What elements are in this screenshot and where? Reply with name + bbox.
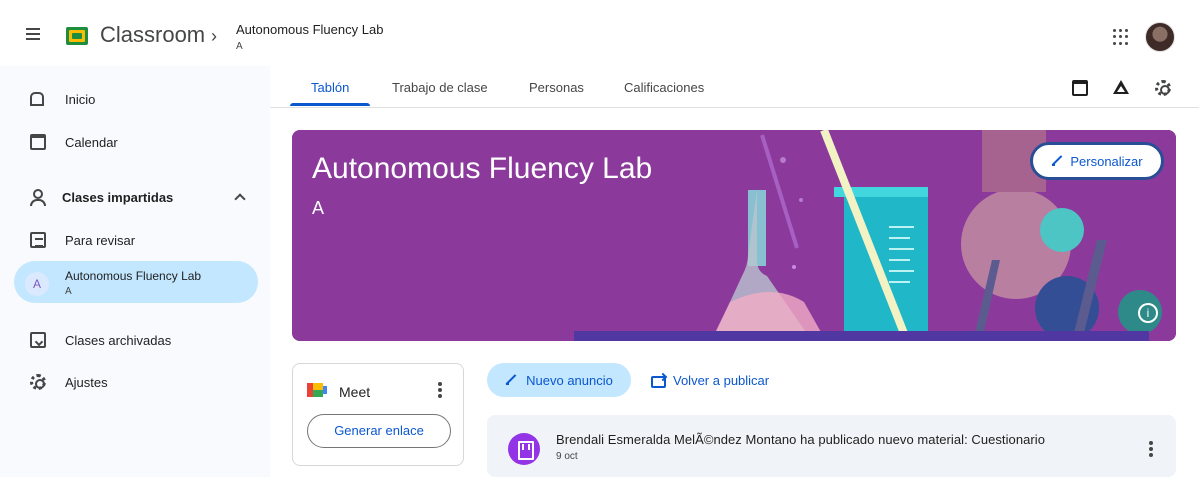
sidebar-section-label: Clases impartidas <box>62 189 174 205</box>
activity-date: 9 oct <box>556 451 578 462</box>
sidebar-item-autonomous-fluency-lab[interactable]: A Autonomous Fluency Lab A <box>14 261 258 303</box>
user-avatar[interactable] <box>1145 22 1175 52</box>
settings-button[interactable] <box>1155 80 1173 98</box>
people-icon <box>30 189 46 206</box>
more-vert-icon[interactable] <box>438 382 442 398</box>
drive-icon[interactable] <box>1112 80 1130 96</box>
top-app-bar: Classroom › Autonomous Fluency Lab A <box>0 0 1199 66</box>
stream-activity-card[interactable]: Brendali Esmeralda MelÃ©ndez Montano ha … <box>487 415 1176 477</box>
sidebar-item-label: Inicio <box>65 91 96 107</box>
apps-grid-icon[interactable] <box>1113 29 1129 45</box>
calendar-icon[interactable] <box>1072 80 1088 96</box>
gear-icon <box>30 374 46 390</box>
review-icon <box>30 232 46 248</box>
customize-label: Personalizar <box>1070 153 1143 169</box>
generate-link-button[interactable]: Generar enlace <box>307 414 451 448</box>
sidebar-item-calendar[interactable]: Calendar <box>0 121 260 163</box>
more-vert-icon[interactable] <box>1149 441 1153 457</box>
tab-tablon[interactable]: Tablón <box>311 80 349 95</box>
sidebar-item-label: Ajustes <box>65 374 108 390</box>
banner-section: A <box>312 198 325 218</box>
repost-label: Volver a publicar <box>673 372 770 388</box>
breadcrumb-class-section: A <box>236 41 243 52</box>
pencil-icon <box>1051 155 1063 167</box>
breadcrumb-class-title[interactable]: Autonomous Fluency Lab <box>236 22 383 37</box>
tab-trabajo-de-clase[interactable]: Trabajo de clase <box>392 80 488 95</box>
home-icon <box>30 92 44 106</box>
sidebar-item-label: Autonomous Fluency Lab <box>65 269 202 283</box>
new-announcement-label: Nuevo anuncio <box>526 372 613 388</box>
class-avatar: A <box>25 272 49 296</box>
tab-personas[interactable]: Personas <box>529 80 584 95</box>
meet-logo <box>307 383 327 397</box>
sidebar-item-sublabel: A <box>65 286 72 297</box>
sidebar-item-ajustes[interactable]: Ajustes <box>0 361 260 403</box>
app-name[interactable]: Classroom <box>100 22 205 48</box>
breadcrumb-separator: › <box>211 26 217 46</box>
sidebar-item-clases-archivadas[interactable]: Clases archivadas <box>0 319 260 361</box>
sidebar-item-label: Clases archivadas <box>65 332 172 348</box>
archive-icon <box>30 332 46 348</box>
tab-calificaciones[interactable]: Calificaciones <box>624 80 704 95</box>
activity-text: Brendali Esmeralda MelÃ©ndez Montano ha … <box>556 432 1045 447</box>
meet-title: Meet <box>339 384 371 400</box>
repeat-icon <box>650 374 666 388</box>
sidebar-item-para-revisar[interactable]: Para revisar <box>0 219 260 261</box>
chevron-up-icon[interactable] <box>234 193 246 205</box>
sidebar-item-clases-impartidas[interactable]: Clases impartidas <box>0 176 260 218</box>
info-icon[interactable]: i <box>1138 303 1158 323</box>
sidebar-item-inicio[interactable]: Inicio <box>0 78 260 120</box>
pencil-icon <box>505 374 517 386</box>
sidebar-item-label: Para revisar <box>65 232 136 248</box>
active-tab-indicator <box>290 103 370 106</box>
classroom-logo[interactable] <box>66 27 88 45</box>
customize-button[interactable]: Personalizar <box>1030 142 1164 180</box>
banner-title: Autonomous Fluency Lab <box>312 152 653 185</box>
class-banner: Autonomous Fluency Lab A Personalizar i <box>292 130 1176 341</box>
new-announcement-button[interactable]: Nuevo anuncio <box>487 363 631 397</box>
class-tabs: Tablón Trabajo de clase Personas Calific… <box>270 66 1199 108</box>
menu-icon[interactable] <box>22 26 44 46</box>
meet-card: Meet Generar enlace <box>292 363 464 466</box>
calendar-icon <box>30 134 46 150</box>
sidebar-item-label: Calendar <box>65 134 118 150</box>
material-icon <box>508 433 540 465</box>
gear-icon <box>1155 80 1171 96</box>
sidebar: Inicio Calendar Clases impartidas Para r… <box>0 66 270 477</box>
repost-button[interactable]: Volver a publicar <box>650 363 769 397</box>
